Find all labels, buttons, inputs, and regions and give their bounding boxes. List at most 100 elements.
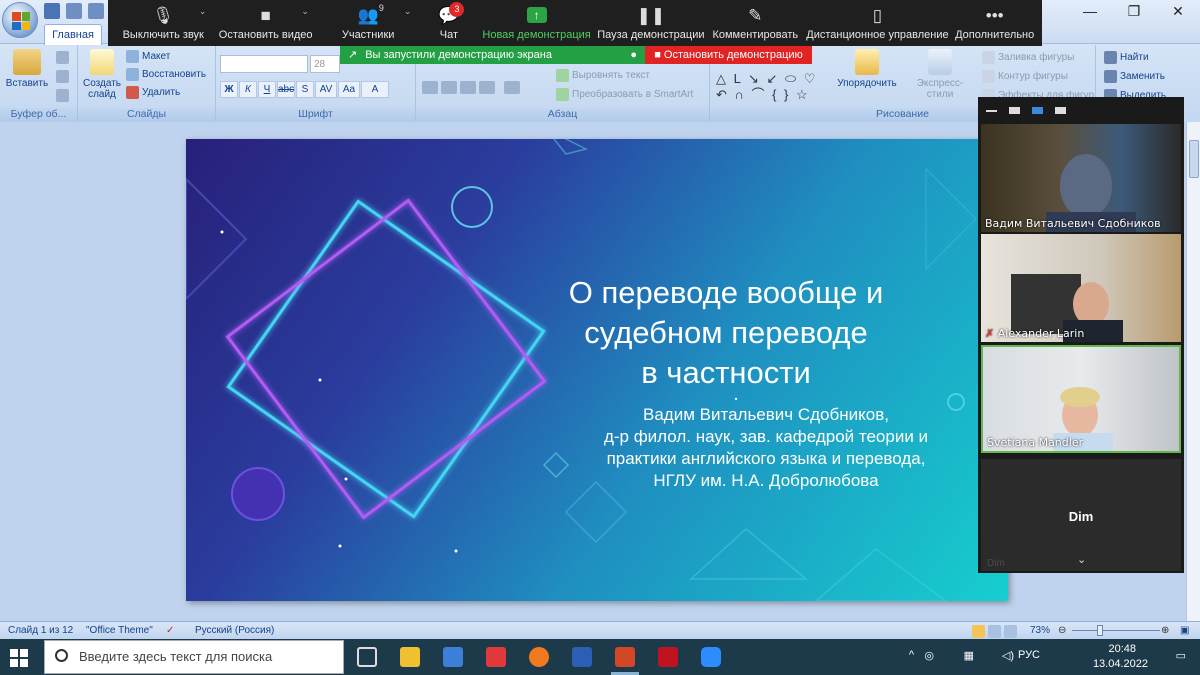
strikethrough-button[interactable]: abc: [277, 81, 295, 98]
video-tile[interactable]: ✗ Alexander Larin: [981, 234, 1181, 342]
stop-video-button[interactable]: ■ ⌄ Остановить видео: [214, 0, 316, 46]
replace-button[interactable]: Заменить: [1104, 70, 1166, 83]
align-left-icon[interactable]: [422, 81, 438, 94]
new-share-button[interactable]: ↑ Новая демонстрация: [478, 0, 594, 46]
task-view-icon[interactable]: [357, 647, 377, 667]
underline-button[interactable]: Ч: [258, 81, 276, 98]
minimize-icon[interactable]: —: [1068, 0, 1112, 22]
chevron-down-icon[interactable]: ⌄: [301, 6, 309, 17]
italic-button[interactable]: К: [239, 81, 257, 98]
align-center-icon[interactable]: [441, 81, 457, 94]
annotate-button[interactable]: ✎ Комментировать: [707, 0, 804, 46]
office-button[interactable]: [2, 2, 38, 38]
format-painter-icon[interactable]: [56, 89, 69, 102]
restore-icon[interactable]: ❐: [1112, 0, 1156, 22]
normal-view-icon[interactable]: [972, 625, 985, 638]
reset-button[interactable]: Восстановить: [126, 68, 206, 81]
undo-icon[interactable]: [66, 3, 82, 19]
save-icon[interactable]: [44, 3, 60, 19]
spacing-button[interactable]: AV: [315, 81, 337, 98]
shape-fill-button[interactable]: Заливка фигуры: [982, 51, 1094, 64]
quick-styles-button[interactable]: Экспресс-стили: [904, 49, 976, 100]
zoom-out-icon[interactable]: ⊖: [1058, 625, 1066, 636]
firefox-icon[interactable]: [529, 647, 549, 667]
case-button[interactable]: Aa: [338, 81, 360, 98]
spellcheck-icon[interactable]: ✓: [166, 625, 174, 636]
scroll-thumb[interactable]: [1189, 140, 1199, 178]
arrange-button[interactable]: Упорядочить: [834, 49, 900, 89]
minimize-view-icon[interactable]: [986, 109, 997, 112]
tab-home[interactable]: Главная: [44, 24, 102, 45]
video-tile[interactable]: Вадим Витальевич Сдобников: [981, 124, 1181, 232]
remote-control-icon: ▯: [872, 6, 883, 25]
shadow-button[interactable]: S: [296, 81, 314, 98]
more-button[interactable]: ••• Дополнительно: [951, 0, 1038, 46]
shape-outline-button[interactable]: Контур фигуры: [982, 70, 1094, 83]
pin-icon[interactable]: ↗: [348, 46, 357, 64]
chevron-down-icon[interactable]: ⌄: [199, 6, 207, 17]
clock-date[interactable]: 13.04.2022: [1093, 658, 1148, 670]
video-tile-no-camera[interactable]: Dim Dim ⌄: [981, 459, 1181, 571]
stop-share-button[interactable]: ■ Остановить демонстрацию: [645, 46, 812, 64]
fit-to-window-icon[interactable]: ▣: [1180, 625, 1189, 636]
zoom-in-icon[interactable]: ⊕: [1161, 625, 1169, 636]
pause-share-button[interactable]: ❚❚ Пауза демонстрации: [595, 0, 707, 46]
acrobat-icon[interactable]: [658, 647, 678, 667]
gift-app-icon[interactable]: [486, 647, 506, 667]
remote-control-button[interactable]: ▯ Дистанционное управление: [804, 0, 952, 46]
chat-button[interactable]: 💬 3 Чат: [419, 0, 478, 46]
font-color-button[interactable]: A: [361, 81, 389, 98]
zoom-app-icon[interactable]: [701, 647, 721, 667]
participants-button[interactable]: 👥 9 ⌄ Участники: [317, 0, 419, 46]
delete-slide-button[interactable]: Удалить: [126, 86, 206, 99]
word-icon[interactable]: [572, 647, 592, 667]
columns-icon[interactable]: [504, 81, 520, 94]
align-right-icon[interactable]: [460, 81, 476, 94]
font-name-combo[interactable]: [220, 55, 308, 73]
grid-view-icon[interactable]: [1055, 107, 1066, 114]
zoom-slider-thumb[interactable]: [1097, 625, 1103, 636]
reset-label: Восстановить: [142, 69, 207, 80]
copy-icon[interactable]: [56, 70, 69, 83]
font-size-combo[interactable]: 28: [310, 55, 340, 73]
justify-icon[interactable]: [479, 81, 495, 94]
align-text-button[interactable]: Выровнять текст: [556, 69, 693, 82]
network-icon[interactable]: ▦: [964, 649, 974, 662]
zoom-video-gallery: Вадим Витальевич Сдобников ✗ Alexander L…: [978, 97, 1184, 573]
find-button[interactable]: Найти: [1104, 51, 1166, 64]
volume-icon[interactable]: ◁): [1002, 649, 1014, 662]
smartart-button[interactable]: Преобразовать в SmartArt: [556, 88, 693, 101]
language[interactable]: Русский (Россия): [195, 625, 274, 636]
new-slide-button[interactable]: Создать слайд: [82, 49, 122, 100]
bold-button[interactable]: Ж: [220, 81, 238, 98]
meet-now-icon[interactable]: ◎: [924, 649, 934, 662]
file-explorer-icon[interactable]: [400, 647, 420, 667]
strip-view-icon[interactable]: [1032, 107, 1043, 114]
redo-icon[interactable]: [88, 3, 104, 19]
zoom-slider[interactable]: [1072, 630, 1160, 631]
sorter-view-icon[interactable]: [988, 625, 1001, 638]
video-tile-active-speaker[interactable]: Svetiana Mandler: [981, 345, 1181, 453]
mute-button[interactable]: 🎙 ⌄ Выключить звук: [112, 0, 214, 46]
notifications-icon[interactable]: ▭: [1176, 649, 1186, 662]
chevron-down-icon[interactable]: ⌄: [404, 6, 412, 17]
chevron-down-icon[interactable]: ⌄: [1077, 553, 1086, 566]
store-icon[interactable]: [443, 647, 463, 667]
zoom-level[interactable]: 73%: [1030, 625, 1050, 636]
layout-button[interactable]: Макет: [126, 50, 206, 63]
slideshow-view-icon[interactable]: [1004, 625, 1017, 638]
paste-button[interactable]: Вставить: [4, 49, 50, 89]
shapes-gallery[interactable]: △ L ↘ ↙ ⬭ ♡ ↶ ∩ ⌒ { } ☆: [716, 71, 828, 105]
lang-indicator[interactable]: РУС: [1018, 649, 1040, 661]
windows-start-icon[interactable]: [10, 649, 28, 667]
taskbar-search-input[interactable]: Введите здесь текст для поиска: [44, 640, 344, 674]
slide-canvas[interactable]: О переводе вообще и судебном переводе в …: [186, 139, 1008, 601]
close-icon[interactable]: ✕: [1156, 0, 1200, 22]
show-hidden-icons-icon[interactable]: ^: [909, 649, 914, 661]
powerpoint-icon[interactable]: [615, 647, 635, 667]
cut-icon[interactable]: [56, 51, 69, 64]
vertical-scrollbar[interactable]: [1186, 122, 1200, 621]
clock-time[interactable]: 20:48: [1108, 643, 1136, 655]
speaker-view-icon[interactable]: [1009, 107, 1020, 114]
theme-name[interactable]: "Office Theme": [86, 625, 153, 636]
